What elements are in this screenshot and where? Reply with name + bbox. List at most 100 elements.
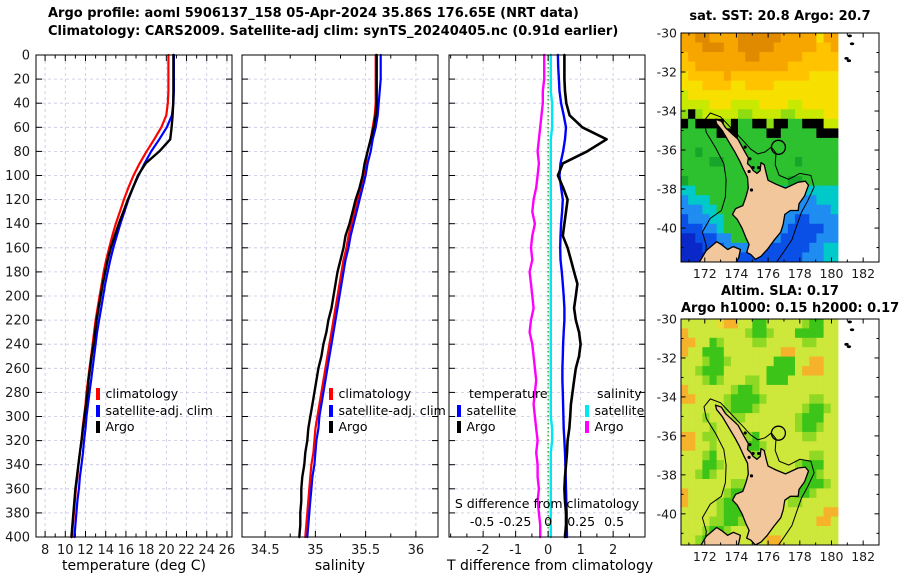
climatology-swatch <box>329 388 333 401</box>
svg-text:380: 380 <box>5 506 30 521</box>
svg-text:120: 120 <box>5 193 30 208</box>
svg-text:200: 200 <box>5 290 30 305</box>
satellite-adj-swatch <box>329 404 333 417</box>
svg-text:-30: -30 <box>657 312 677 327</box>
svg-text:174: 174 <box>725 266 749 281</box>
t-satellite-swatch <box>457 404 461 417</box>
svg-text:320: 320 <box>5 434 30 449</box>
svg-text:36: 36 <box>408 543 425 558</box>
svg-text:180: 180 <box>820 266 844 281</box>
satellite-adj-swatch <box>96 404 100 417</box>
tdiff-salinity-legend: salinity satellite Argo <box>585 386 644 436</box>
svg-text:-40: -40 <box>657 221 677 236</box>
svg-text:26: 26 <box>219 543 236 558</box>
legend-label: Argo <box>338 419 368 434</box>
svg-text:0: 0 <box>22 49 30 64</box>
legend-label: satellite-adj. clim <box>105 402 213 418</box>
tdiff-temperature-legend: temperature satellite Argo <box>457 386 548 436</box>
svg-text:12: 12 <box>77 543 94 558</box>
svg-text:180: 180 <box>820 549 844 564</box>
legend-entry: climatology <box>96 386 213 403</box>
svg-text:14: 14 <box>97 543 114 558</box>
svg-text:0.25: 0.25 <box>567 514 595 529</box>
svg-text:360: 360 <box>5 482 30 497</box>
svg-text:-2: -2 <box>477 543 490 558</box>
legend-entry: Argo <box>585 419 644 436</box>
legend-entry: satellite <box>585 403 644 420</box>
svg-text:0.5: 0.5 <box>604 514 624 529</box>
legend-label: Argo <box>466 419 496 434</box>
s-argo-swatch <box>585 421 589 434</box>
salinity-legend: climatology satellite-adj. clim Argo <box>329 386 446 436</box>
svg-text:340: 340 <box>5 458 30 473</box>
svg-text:10: 10 <box>57 543 74 558</box>
tdiff-axis-label: T difference from climatology <box>447 558 654 574</box>
legend-entry: satellite-adj. clim <box>329 403 446 420</box>
sla-map-title-line1: Altim. SLA: 0.17 <box>721 284 839 299</box>
svg-text:-34: -34 <box>657 104 677 119</box>
svg-text:24: 24 <box>198 543 215 558</box>
argo-swatch <box>96 421 100 434</box>
legend-label: Argo <box>105 419 135 434</box>
svg-text:182: 182 <box>851 549 875 564</box>
svg-text:178: 178 <box>788 549 812 564</box>
svg-text:35: 35 <box>307 543 324 558</box>
svg-text:8: 8 <box>41 543 49 558</box>
svg-text:22: 22 <box>178 543 195 558</box>
argo-profile-figure: 8 10 12 14 16 18 20 22 24 26 0 20 40 60 80 100 120 140 160… <box>0 0 900 580</box>
svg-text:100: 100 <box>5 169 30 184</box>
svg-text:-30: -30 <box>657 26 677 41</box>
figure-title-line1: Argo profile: aoml 5906137_158 05-Apr-20… <box>48 6 579 21</box>
figure-title-line2: Climatology: CARS2009. Satellite-adj cli… <box>48 24 619 39</box>
svg-text:400: 400 <box>5 531 30 546</box>
svg-text:80: 80 <box>13 145 30 160</box>
svg-text:-36: -36 <box>657 143 677 158</box>
svg-text:-1: -1 <box>509 543 522 558</box>
legend-header: salinity <box>597 386 642 401</box>
svg-text:40: 40 <box>13 97 30 112</box>
svg-text:-0.5: -0.5 <box>470 514 494 529</box>
legend-entry: Argo <box>96 419 213 436</box>
legend-label: climatology <box>105 386 179 401</box>
svg-text:60: 60 <box>13 121 30 136</box>
svg-text:300: 300 <box>5 410 30 425</box>
svg-text:182: 182 <box>851 266 875 281</box>
svg-text:-32: -32 <box>657 65 677 80</box>
svg-text:140: 140 <box>5 217 30 232</box>
svg-text:0: 0 <box>544 514 552 529</box>
svg-text:174: 174 <box>725 549 749 564</box>
legend-label: Argo <box>594 419 624 434</box>
legend-label: satellite-adj. clim <box>338 402 446 418</box>
svg-text:172: 172 <box>693 266 717 281</box>
svg-text:20: 20 <box>13 73 30 88</box>
legend-header: temperature <box>469 386 548 401</box>
svg-text:-38: -38 <box>657 467 677 482</box>
legend-label: satellite <box>594 402 645 418</box>
svg-text:16: 16 <box>118 543 135 558</box>
t-argo-swatch <box>457 421 461 434</box>
svg-text:-36: -36 <box>657 428 677 443</box>
sst-map-title: sat. SST: 20.8 Argo: 20.7 <box>689 9 871 24</box>
legend-entry: Argo <box>329 419 446 436</box>
svg-text:-32: -32 <box>657 350 677 365</box>
legend-label: climatology <box>338 386 412 401</box>
svg-text:260: 260 <box>5 362 30 377</box>
svg-text:176: 176 <box>756 549 780 564</box>
svg-text:240: 240 <box>5 338 30 353</box>
svg-text:160: 160 <box>5 241 30 256</box>
argo-swatch <box>329 421 333 434</box>
climatology-swatch <box>96 388 100 401</box>
svg-text:18: 18 <box>138 543 155 558</box>
svg-text:-0.25: -0.25 <box>499 514 531 529</box>
legend-entry: Argo <box>457 419 548 436</box>
svg-text:280: 280 <box>5 386 30 401</box>
svg-text:-38: -38 <box>657 182 677 197</box>
temperature-legend: climatology satellite-adj. clim Argo <box>96 386 213 436</box>
svg-text:-40: -40 <box>657 506 677 521</box>
svg-text:34.5: 34.5 <box>251 543 280 558</box>
svg-text:1: 1 <box>577 543 585 558</box>
legend-entry: satellite-adj. clim <box>96 403 213 420</box>
svg-text:2: 2 <box>609 543 617 558</box>
svg-text:35.5: 35.5 <box>351 543 380 558</box>
legend-label: satellite <box>466 402 517 418</box>
